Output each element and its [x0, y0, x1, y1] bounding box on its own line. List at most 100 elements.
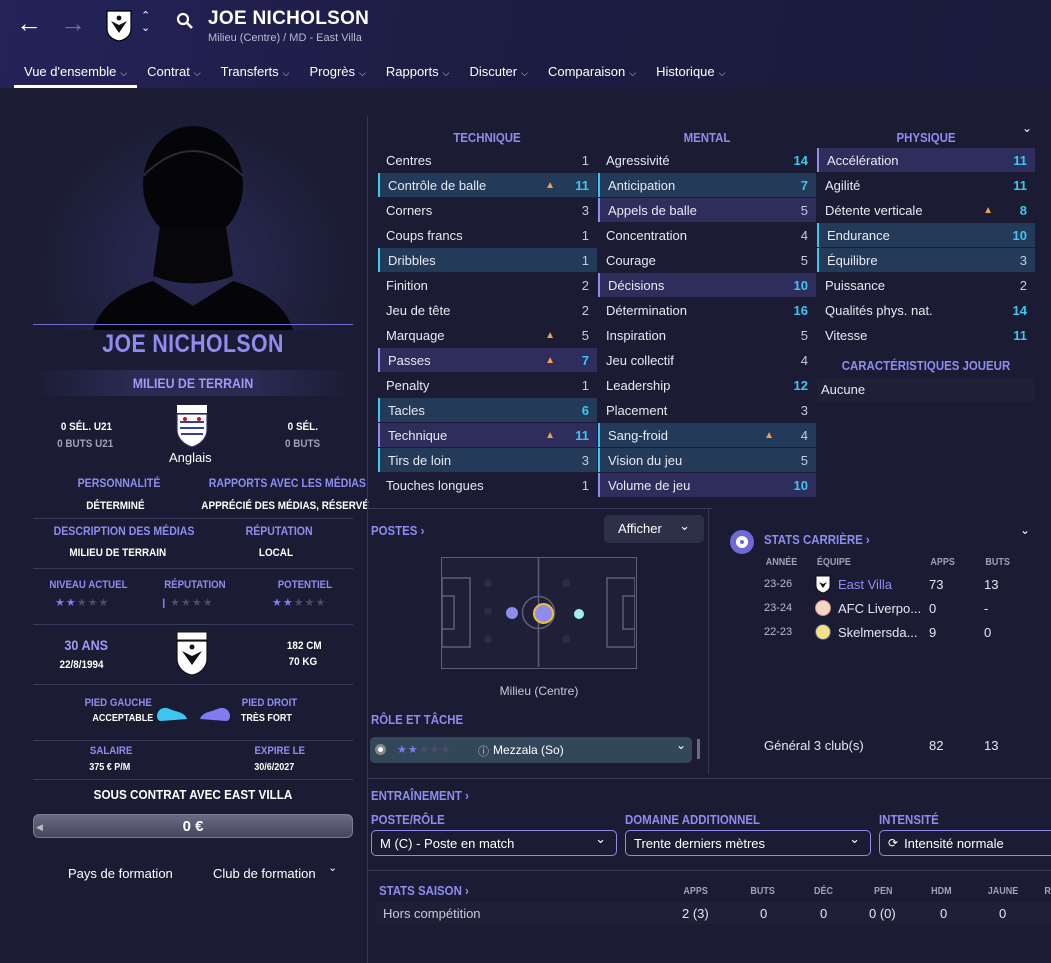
attribute-row[interactable]: Tirs de loin 3 [378, 448, 597, 472]
show-dropdown[interactable]: Afficher ⌄ [604, 515, 704, 543]
attribute-row[interactable]: Sang-froid ▲ 4 [598, 423, 816, 447]
positions-title[interactable]: POSTES › [371, 523, 424, 538]
attribute-row[interactable]: Touches longues 1 [378, 473, 597, 497]
attribute-name: Placement [606, 402, 668, 418]
secondary-position-dot [506, 607, 518, 619]
attribute-row[interactable]: Leadership 12 [598, 373, 816, 397]
contract-status: SOUS CONTRAT AVEC EAST VILLA [93, 787, 293, 802]
attribute-row[interactable]: Qualités phys. nat. 14 [817, 298, 1035, 322]
role-dropdown[interactable]: ★★★★★ ⓘ Mezzala (So) ⌄ [370, 737, 692, 763]
attribute-row[interactable]: Jeu de tête 2 [378, 298, 597, 322]
attribute-row[interactable]: Puissance 2 [817, 273, 1035, 297]
vertical-divider [708, 508, 709, 774]
attribute-row[interactable]: Concentration 4 [598, 223, 816, 247]
attribute-name: Accélération [827, 152, 899, 168]
attribute-row[interactable]: Agilité 11 [817, 173, 1035, 197]
attribute-row[interactable]: Passes ▲ 7 [378, 348, 597, 372]
east-villa-crest-icon [176, 631, 208, 677]
attribute-row[interactable]: Technique ▲ 11 [378, 423, 597, 447]
tab-contract[interactable]: Contrat ⌵ [137, 62, 210, 88]
chevron-down-icon[interactable]: ⌄ [1022, 121, 1032, 135]
scrollbar[interactable] [697, 739, 700, 759]
tab-progress[interactable]: Progrès ⌵ [300, 62, 376, 88]
attribute-row[interactable]: Tacles 6 [378, 398, 597, 422]
attribute-row[interactable]: Détermination 16 [598, 298, 816, 322]
training-intensity-dropdown[interactable]: ⟳ Intensité normale [879, 830, 1051, 856]
attribute-row[interactable]: Détente verticale ▲ 8 [817, 198, 1035, 222]
career-total-label: Général 3 club(s) [764, 738, 864, 753]
attribute-row[interactable]: Équilibre 3 [817, 248, 1035, 272]
tab-discuss[interactable]: Discuter ⌵ [459, 62, 538, 88]
tab-comparison[interactable]: Comparaison ⌵ [538, 62, 646, 88]
season-assists: 0 [820, 906, 828, 921]
career-total-apps: 82 [929, 738, 944, 753]
tab-reports[interactable]: Rapports ⌵ [376, 62, 460, 88]
attribute-row[interactable]: Marquage ▲ 5 [378, 323, 597, 347]
primary-position-dot [533, 603, 554, 624]
chevron-down-icon: ⌵ [359, 68, 366, 78]
season-motm: 0 [940, 906, 948, 921]
training-title[interactable]: ENTRAÎNEMENT › [371, 788, 469, 803]
personality-label: PERSONNALITÉ [77, 476, 161, 490]
nationality: Anglais [169, 450, 212, 465]
attribute-row[interactable]: Appels de balle 5 [598, 198, 816, 222]
attribute-row[interactable]: Dribbles 1 [378, 248, 597, 272]
chevron-down-icon[interactable]: ⌄ [328, 861, 337, 874]
season-pen: 0 (0) [869, 906, 896, 921]
attribute-name: Agressivité [606, 152, 670, 168]
tab-transfers[interactable]: Transferts ⌵ [211, 62, 300, 88]
attribute-row[interactable]: Accélération 11 [817, 148, 1035, 172]
attribute-row[interactable]: Centres 1 [378, 148, 597, 172]
attribute-value: 16 [793, 302, 808, 318]
divider [33, 518, 353, 519]
training-intensity-label: INTENSITÉ [879, 812, 939, 827]
training-domain-dropdown[interactable]: Trente derniers mètres ⌄ [625, 830, 871, 856]
attribute-row[interactable]: Vitesse 11 [817, 323, 1035, 347]
career-apps: 9 [929, 625, 937, 640]
attribute-row[interactable]: Décisions 10 [598, 273, 816, 297]
search-icon[interactable] [176, 12, 194, 35]
attribute-row[interactable]: Agressivité 14 [598, 148, 816, 172]
training-club[interactable]: Club de formation [213, 866, 316, 881]
attribute-row[interactable]: Coups francs 1 [378, 223, 597, 247]
divider [368, 778, 1051, 779]
current-level-label: NIVEAU ACTUEL [49, 579, 128, 591]
attribute-row[interactable]: Finition 2 [378, 273, 597, 297]
attribute-row[interactable]: Placement 3 [598, 398, 816, 422]
left-foot-value: ACCEPTABLE [92, 713, 154, 724]
forward-arrow-icon[interactable]: → [60, 8, 86, 39]
attribute-name: Volume de jeu [608, 477, 691, 493]
attribute-row[interactable]: Contrôle de balle ▲ 11 [378, 173, 597, 197]
training-country[interactable]: Pays de formation [68, 866, 173, 881]
page-title: JOE NICHOLSON [208, 8, 370, 29]
club-crest-icon[interactable] [106, 10, 132, 42]
attribute-row[interactable]: Volume de jeu 10 [598, 473, 816, 497]
tab-history[interactable]: Historique ⌵ [646, 62, 735, 88]
attribute-row[interactable]: Courage 5 [598, 248, 816, 272]
attribute-name: Équilibre [827, 252, 878, 268]
player-switch-icon[interactable]: ⌃ ⌄ [141, 10, 150, 34]
career-team-link[interactable]: East Villa [838, 577, 892, 592]
attribute-value: 1 [581, 477, 589, 493]
season-title[interactable]: STATS SAISON › [379, 883, 469, 898]
tab-bar: Vue d'ensemble ⌵ Contrat ⌵ Transferts ⌵ Pro… [14, 62, 735, 88]
attribute-row[interactable]: Vision du jeu 5 [598, 448, 816, 472]
attribute-row[interactable]: Corners 3 [378, 198, 597, 222]
career-title[interactable]: STATS CARRIÈRE › [764, 532, 870, 547]
reputation-value: LOCAL [258, 547, 293, 559]
attribute-row[interactable]: Inspiration 5 [598, 323, 816, 347]
chevron-down-icon[interactable]: ⌄ [1020, 523, 1030, 537]
attribute-row[interactable]: Jeu collectif 4 [598, 348, 816, 372]
divider [368, 870, 1051, 871]
chevron-down-icon: ⌵ [718, 68, 726, 78]
tab-overview[interactable]: Vue d'ensemble ⌵ [14, 62, 138, 88]
back-arrow-icon[interactable]: ← [16, 8, 42, 39]
training-position-dropdown[interactable]: M (C) - Poste en match ⌄ [371, 830, 617, 856]
training-domain-label: DOMAINE ADDITIONNEL [625, 812, 760, 827]
tab-label: Discuter [469, 64, 518, 79]
attribute-row[interactable]: Endurance 10 [817, 223, 1035, 247]
chevron-down-icon: ⌵ [521, 68, 528, 78]
attribute-row[interactable]: Anticipation 7 [598, 173, 816, 197]
show-label: Afficher [618, 521, 662, 536]
attribute-row[interactable]: Penalty 1 [378, 373, 597, 397]
